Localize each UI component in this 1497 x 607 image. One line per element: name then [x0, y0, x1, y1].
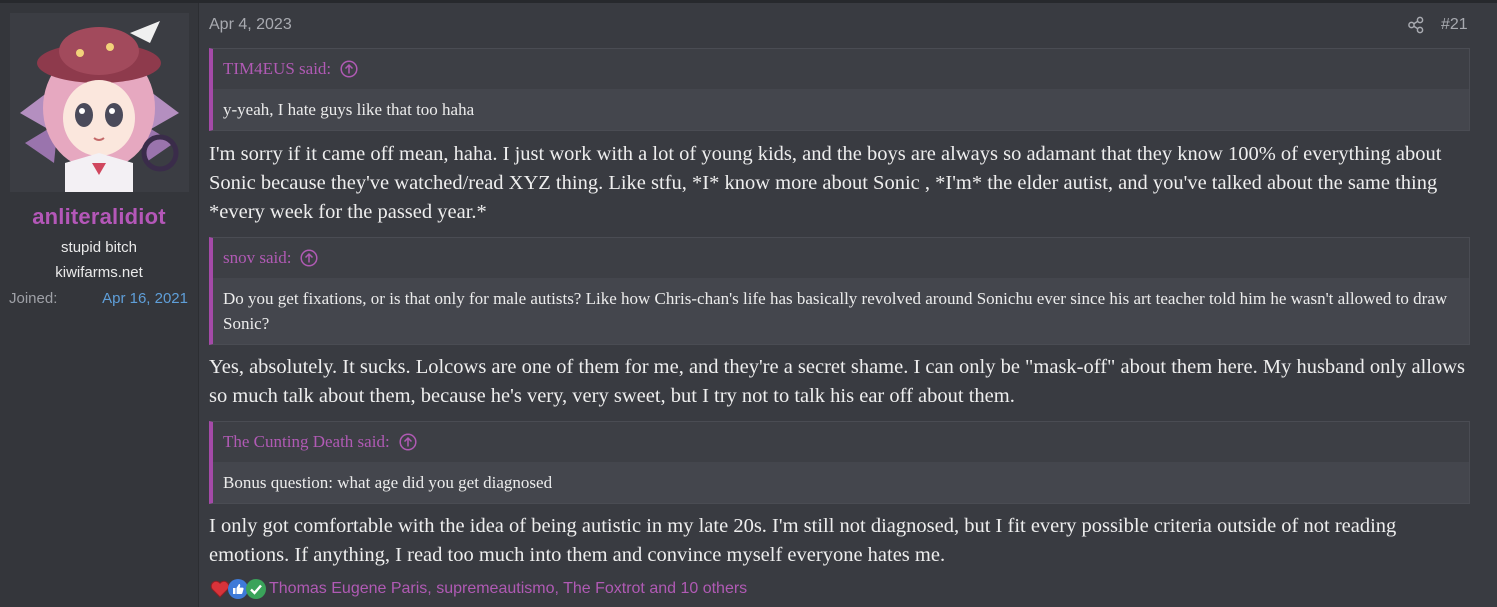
reaction-users-link[interactable]: Thomas Eugene Paris, supremeautismo, The… [269, 580, 747, 598]
quote-block: The Cunting Death said: Bonus question: … [209, 421, 1470, 504]
quote-header: TIM4EUS said: [213, 49, 1469, 89]
joined-label: Joined: [9, 290, 58, 307]
post-paragraph: Yes, absolutely. It sucks. Lolcows are o… [209, 356, 1465, 407]
avatar-image [10, 13, 189, 192]
user-title: stupid bitch [61, 239, 137, 256]
post-number[interactable]: #21 [1441, 16, 1468, 34]
reaction-icons[interactable] [209, 578, 267, 600]
post-date[interactable]: Apr 4, 2023 [209, 16, 292, 34]
post-paragraph: I only got comfortable with the idea of … [209, 515, 1397, 566]
quote-text: Do you get fixations, or is that only fo… [213, 278, 1469, 344]
share-icon[interactable] [1407, 16, 1425, 34]
joined-date: Apr 16, 2021 [102, 290, 188, 307]
arrow-up-circle-icon[interactable] [300, 249, 319, 267]
post-container: anliteralidiot stupid bitch kiwifarms.ne… [0, 0, 1497, 607]
avatar[interactable] [10, 13, 189, 192]
quote-header: snov said: [213, 238, 1469, 278]
quote-text: y-yeah, I hate guys like that too haha [213, 89, 1469, 130]
username[interactable]: anliteralidiot [0, 204, 198, 230]
arrow-up-circle-icon[interactable] [399, 433, 417, 451]
quote-block: TIM4EUS said: y-yeah, I hate guys like t… [209, 48, 1470, 131]
reactions-bar[interactable]: Thomas Eugene Paris, supremeautismo, The… [209, 577, 747, 601]
check-icon [246, 579, 266, 599]
user-banner: kiwifarms.net [55, 264, 143, 281]
quote-block: snov said: Do you get fixations, or is t… [209, 237, 1470, 345]
quote-author[interactable]: TIM4EUS said: [223, 49, 331, 89]
quote-text: Bonus question: what age did you get dia… [213, 462, 1469, 503]
post-main: Apr 4, 2023 #21 TIM4EUS said: y-yeah, I … [209, 3, 1470, 607]
quote-author[interactable]: The Cunting Death said: [223, 422, 390, 462]
quote-author[interactable]: snov said: [223, 238, 291, 278]
quote-header: The Cunting Death said: [213, 422, 1469, 462]
arrow-up-circle-icon[interactable] [340, 60, 358, 78]
post-paragraph: I'm sorry if it came off mean, haha. I j… [209, 143, 1442, 223]
user-sidebar: anliteralidiot stupid bitch kiwifarms.ne… [0, 3, 199, 607]
